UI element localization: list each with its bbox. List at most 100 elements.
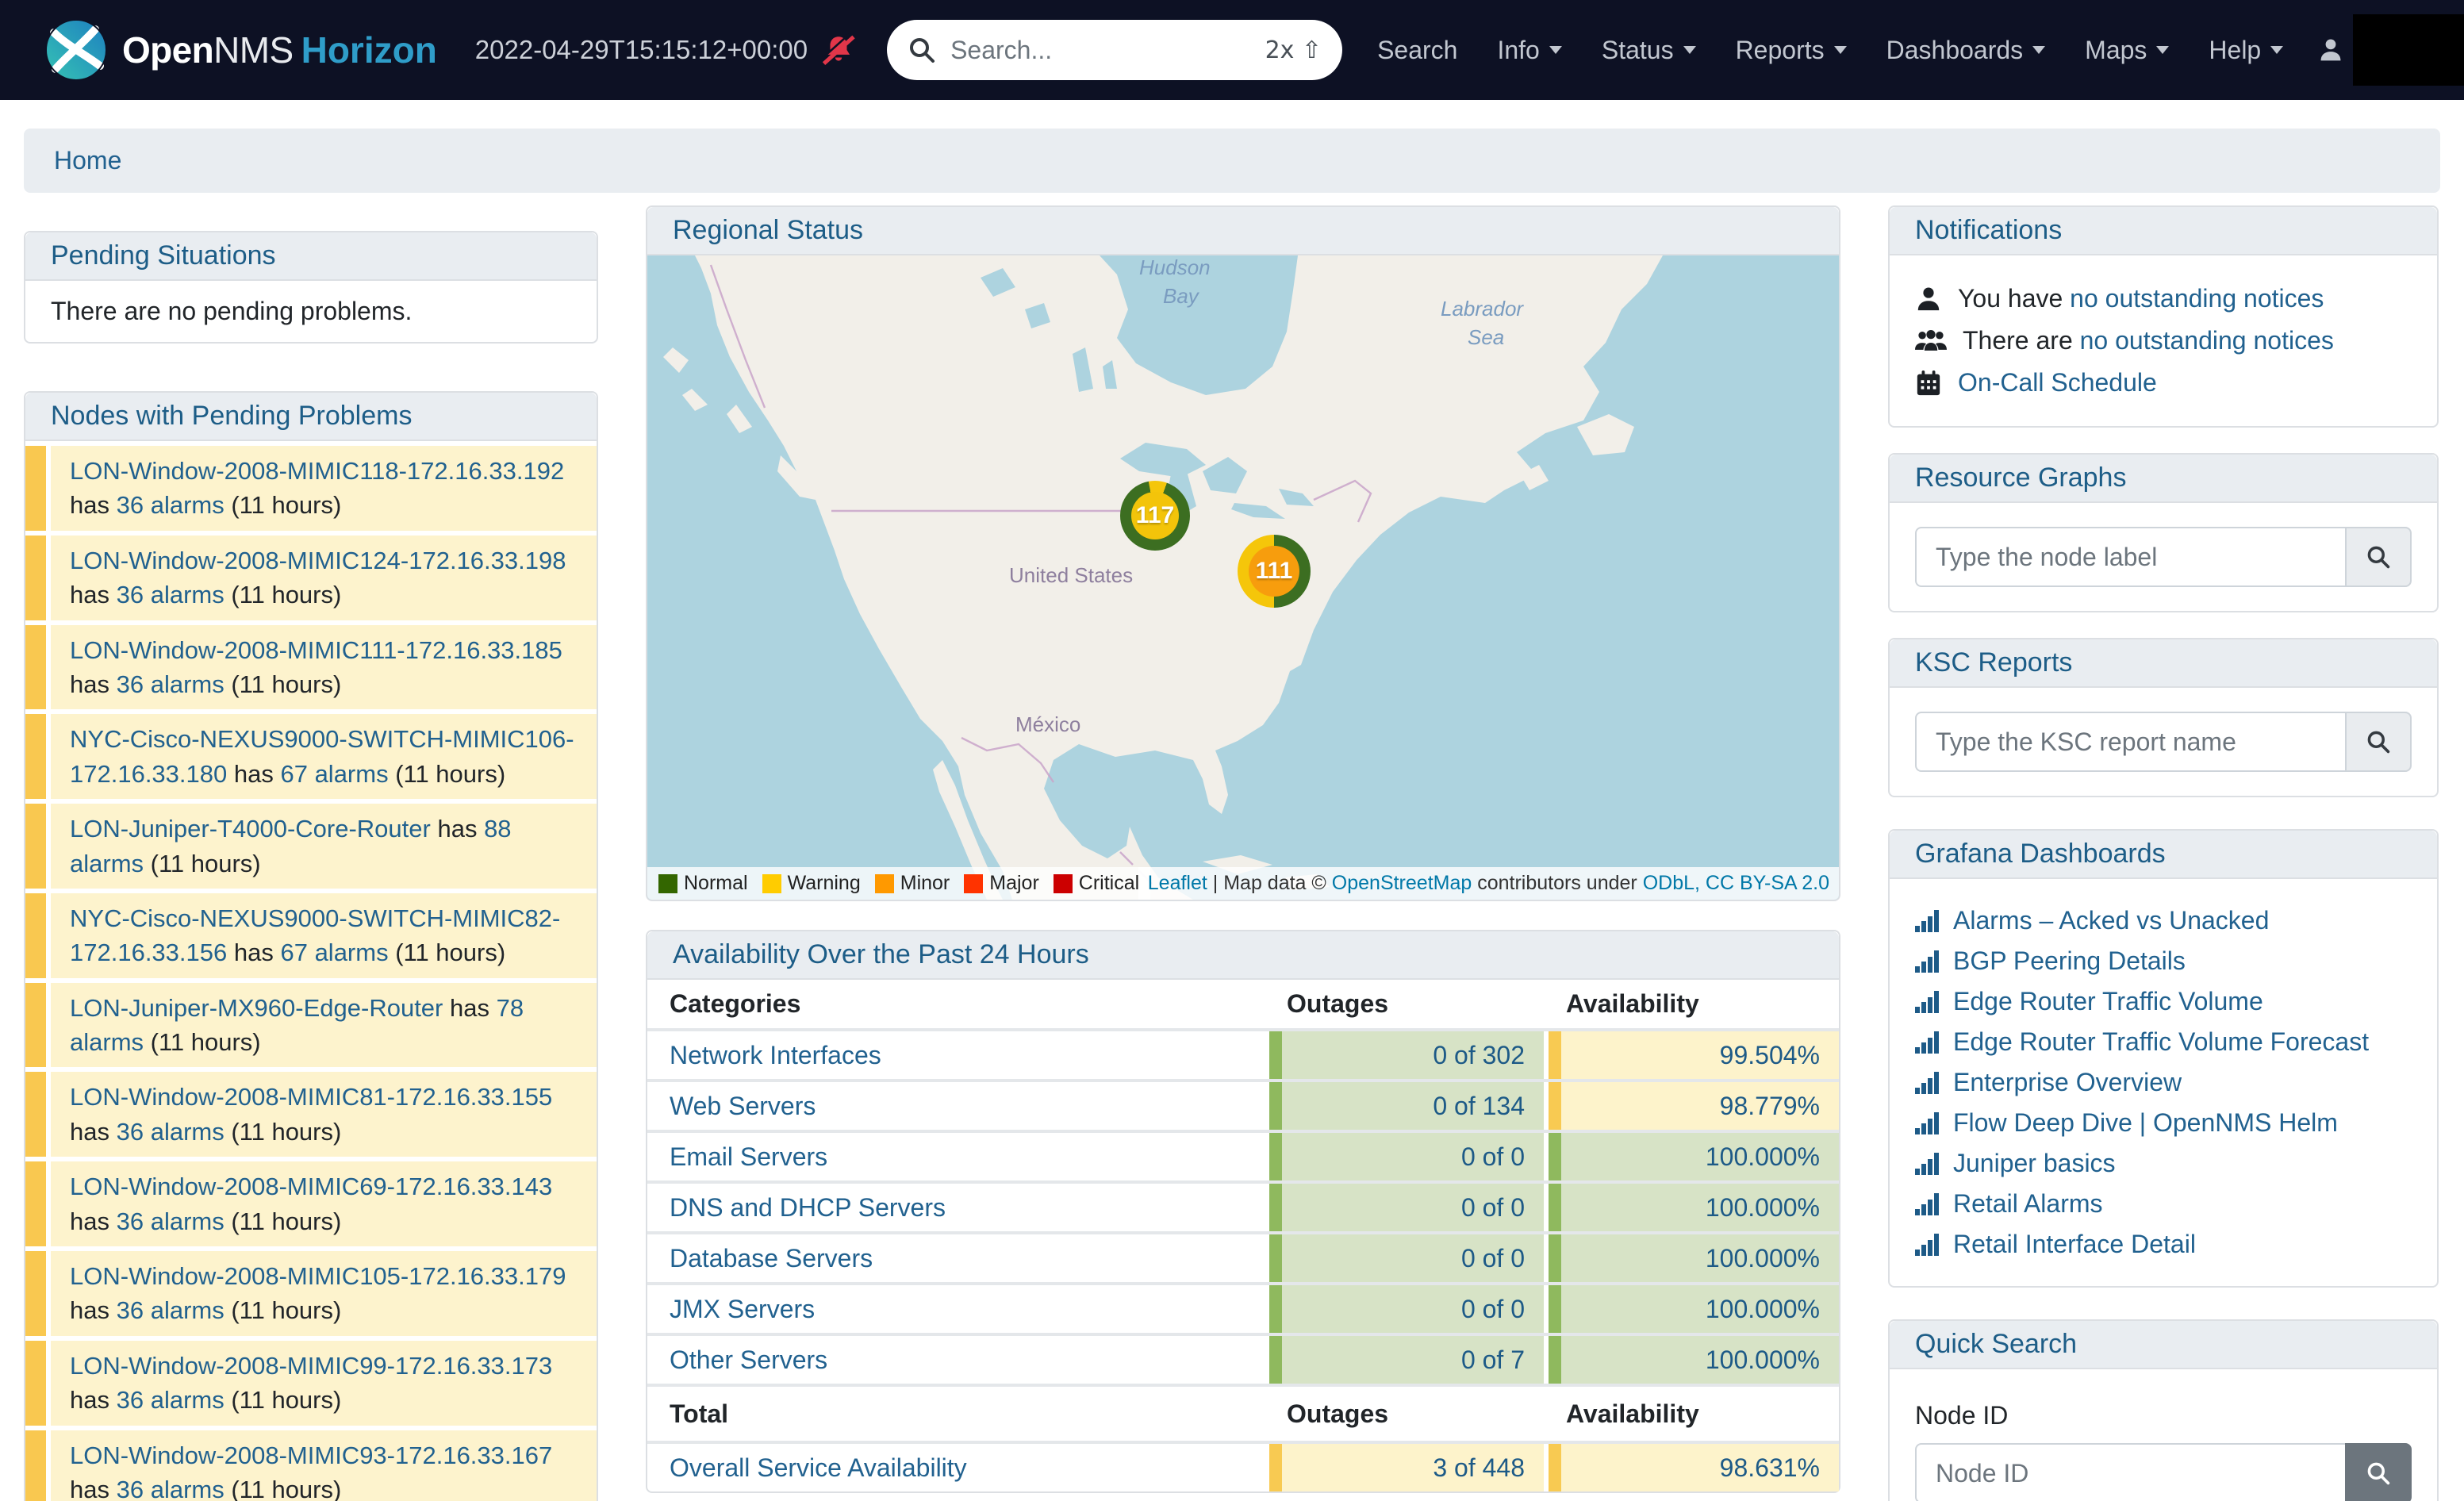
osm-link[interactable]: OpenStreetMap xyxy=(1332,872,1472,894)
node-link[interactable]: LON-Juniper-T4000-Core-Router xyxy=(70,815,431,843)
node-problem-row: LON-Window-2008-MIMIC111-172.16.33.185 h… xyxy=(25,625,597,710)
alarms-link[interactable]: 36 alarms xyxy=(117,581,225,608)
category-link[interactable]: Database Servers xyxy=(670,1244,873,1273)
alarms-link[interactable]: 36 alarms xyxy=(117,491,225,519)
nodes-pending-problems-title: Nodes with Pending Problems xyxy=(51,401,412,431)
nav-menu-item[interactable]: Help xyxy=(2209,36,2283,65)
map-cluster-marker[interactable]: 117 xyxy=(1120,481,1190,551)
overall-availability-link[interactable]: Overall Service Availability xyxy=(670,1453,967,1483)
grafana-dashboard-link[interactable]: Retail Interface Detail xyxy=(1953,1230,2196,1259)
nav-menu-item[interactable]: Info xyxy=(1497,36,1561,65)
node-link[interactable]: LON-Window-2008-MIMIC93-172.16.33.167 xyxy=(70,1441,552,1469)
node-id-search-button[interactable] xyxy=(2345,1443,2412,1501)
user-icon xyxy=(2318,36,2343,63)
node-problem-row: LON-Juniper-MX960-Edge-Router has 78 ala… xyxy=(25,983,597,1068)
grafana-dashboard-link[interactable]: Retail Alarms xyxy=(1953,1189,2103,1219)
pending-situations-title: Pending Situations xyxy=(51,240,276,271)
node-link[interactable]: LON-Window-2008-MIMIC118-172.16.33.192 xyxy=(70,457,564,485)
node-link[interactable]: LON-Window-2008-MIMIC105-172.16.33.179 xyxy=(70,1262,566,1290)
alarms-link[interactable]: 36 alarms xyxy=(117,670,225,698)
resource-graphs-search-button[interactable] xyxy=(2345,527,2412,587)
outages-cell: 0 of 0 xyxy=(1265,1184,1544,1231)
alarms-link[interactable]: 36 alarms xyxy=(117,1207,225,1235)
chevron-down-icon xyxy=(2032,46,2045,54)
grafana-dashboard-link[interactable]: Flow Deep Dive | OpenNMS Helm xyxy=(1953,1108,2338,1138)
grafana-dashboard-link[interactable]: Enterprise Overview xyxy=(1953,1068,2182,1097)
category-link[interactable]: Other Servers xyxy=(670,1346,827,1375)
category-link[interactable]: JMX Servers xyxy=(670,1295,815,1324)
bar-chart-icon xyxy=(1915,1193,1940,1215)
availability-cell: 100.000% xyxy=(1544,1133,1839,1180)
alarms-link[interactable]: 36 alarms xyxy=(117,1476,225,1501)
leaflet-link[interactable]: Leaflet xyxy=(1148,872,1207,894)
nav-menu-item[interactable]: Dashboards xyxy=(1886,36,2046,65)
availability-row: JMX Servers 0 of 0 100.000% xyxy=(647,1282,1839,1333)
global-search-input[interactable] xyxy=(950,36,1265,65)
bar-chart-icon xyxy=(1915,1031,1940,1054)
nav-menu-item[interactable]: Status xyxy=(1602,36,1696,65)
grafana-dashboards-list: Alarms – Acked vs Unacked BGP Peering De… xyxy=(1890,879,2437,1286)
user-icon xyxy=(1915,286,1942,313)
availability-row: Network Interfaces 0 of 302 99.504% xyxy=(647,1028,1839,1079)
breadcrumb-home-link[interactable]: Home xyxy=(54,146,121,175)
opennms-home-page: OpenNMSHorizon 2022-04-29T15:15:12+00:00… xyxy=(0,0,2464,1501)
all-notices-link[interactable]: no outstanding notices xyxy=(2080,326,2334,355)
nav-menu-item[interactable]: Search xyxy=(1377,36,1457,65)
user-name-redacted xyxy=(2353,14,2464,86)
severity-strip xyxy=(25,893,46,978)
alarms-link[interactable]: 67 alarms xyxy=(280,939,388,966)
availability-total-header: Total Outages Availability xyxy=(647,1384,1839,1441)
grafana-dashboard-row: Retail Interface Detail xyxy=(1915,1230,2412,1259)
nav-menu-item[interactable]: Reports xyxy=(1736,36,1847,65)
bar-chart-icon xyxy=(1915,1112,1940,1134)
notifications-off-icon[interactable] xyxy=(822,33,855,67)
node-link[interactable]: LON-Window-2008-MIMIC69-172.16.33.143 xyxy=(70,1173,552,1200)
alarms-link[interactable]: 36 alarms xyxy=(117,1118,225,1146)
category-link[interactable]: DNS and DHCP Servers xyxy=(670,1193,946,1223)
ksc-reports-search-button[interactable] xyxy=(2345,712,2412,772)
alarms-link[interactable]: 36 alarms xyxy=(117,1296,225,1324)
alarms-link[interactable]: 67 alarms xyxy=(280,760,388,788)
alarms-link[interactable]: 36 alarms xyxy=(117,1386,225,1414)
map-cluster-marker[interactable]: 111 xyxy=(1238,535,1311,608)
node-id-search xyxy=(1915,1443,2412,1501)
pending-situations-empty-text: There are no pending problems. xyxy=(25,281,597,342)
grafana-dashboard-link[interactable]: Edge Router Traffic Volume Forecast xyxy=(1953,1027,2369,1057)
resource-graphs-panel: Resource Graphs xyxy=(1888,453,2439,612)
node-link[interactable]: LON-Window-2008-MIMIC99-172.16.33.173 xyxy=(70,1352,552,1380)
node-link[interactable]: LON-Window-2008-MIMIC124-172.16.33.198 xyxy=(70,547,566,574)
severity-strip xyxy=(25,446,46,531)
grafana-dashboard-link[interactable]: Juniper basics xyxy=(1953,1149,2116,1178)
category-link[interactable]: Email Servers xyxy=(670,1142,827,1172)
outages-cell: 0 of 0 xyxy=(1265,1234,1544,1282)
node-link[interactable]: LON-Window-2008-MIMIC111-172.16.33.185 xyxy=(70,636,562,664)
node-label-input[interactable] xyxy=(1915,527,2345,587)
grafana-dashboard-link[interactable]: Edge Router Traffic Volume xyxy=(1953,987,2263,1016)
odbl-link[interactable]: ODbL, CC BY-SA 2.0 xyxy=(1643,872,1829,894)
nav-menu-item[interactable]: Maps xyxy=(2085,36,2169,65)
node-link[interactable]: LON-Juniper-MX960-Edge-Router xyxy=(70,994,443,1022)
notifications-panel: Notifications You have no outstanding no… xyxy=(1888,205,2439,428)
app-logo[interactable]: OpenNMSHorizon xyxy=(44,18,437,82)
category-link[interactable]: Network Interfaces xyxy=(670,1041,881,1070)
ksc-report-input[interactable] xyxy=(1915,712,2345,772)
regional-status-map[interactable]: HudsonBayLabradorSeaUnited StatesMéxico … xyxy=(647,255,1839,900)
availability-cell: 99.504% xyxy=(1544,1031,1839,1079)
category-link[interactable]: Web Servers xyxy=(670,1092,816,1121)
top-navbar: OpenNMSHorizon 2022-04-29T15:15:12+00:00… xyxy=(0,0,2464,100)
search-icon xyxy=(908,36,936,64)
user-notices-link[interactable]: no outstanding notices xyxy=(2070,284,2324,313)
oncall-schedule-link[interactable]: On-Call Schedule xyxy=(1958,368,2157,397)
notifications-title: Notifications xyxy=(1915,215,2062,245)
node-link[interactable]: LON-Window-2008-MIMIC81-172.16.33.155 xyxy=(70,1083,552,1111)
severity-strip xyxy=(25,1072,46,1157)
overall-outages-cell: 3 of 448 xyxy=(1265,1444,1544,1491)
bar-chart-icon xyxy=(1915,1153,1940,1175)
user-menu[interactable] xyxy=(2318,14,2464,86)
node-id-input[interactable] xyxy=(1915,1443,2345,1501)
bar-chart-icon xyxy=(1915,910,1940,932)
grafana-dashboard-link[interactable]: Alarms – Acked vs Unacked xyxy=(1953,906,2269,935)
severity-strip xyxy=(25,1161,46,1246)
quick-search-panel: Quick Search Node ID Node label xyxy=(1888,1319,2439,1501)
grafana-dashboard-link[interactable]: BGP Peering Details xyxy=(1953,946,2186,976)
